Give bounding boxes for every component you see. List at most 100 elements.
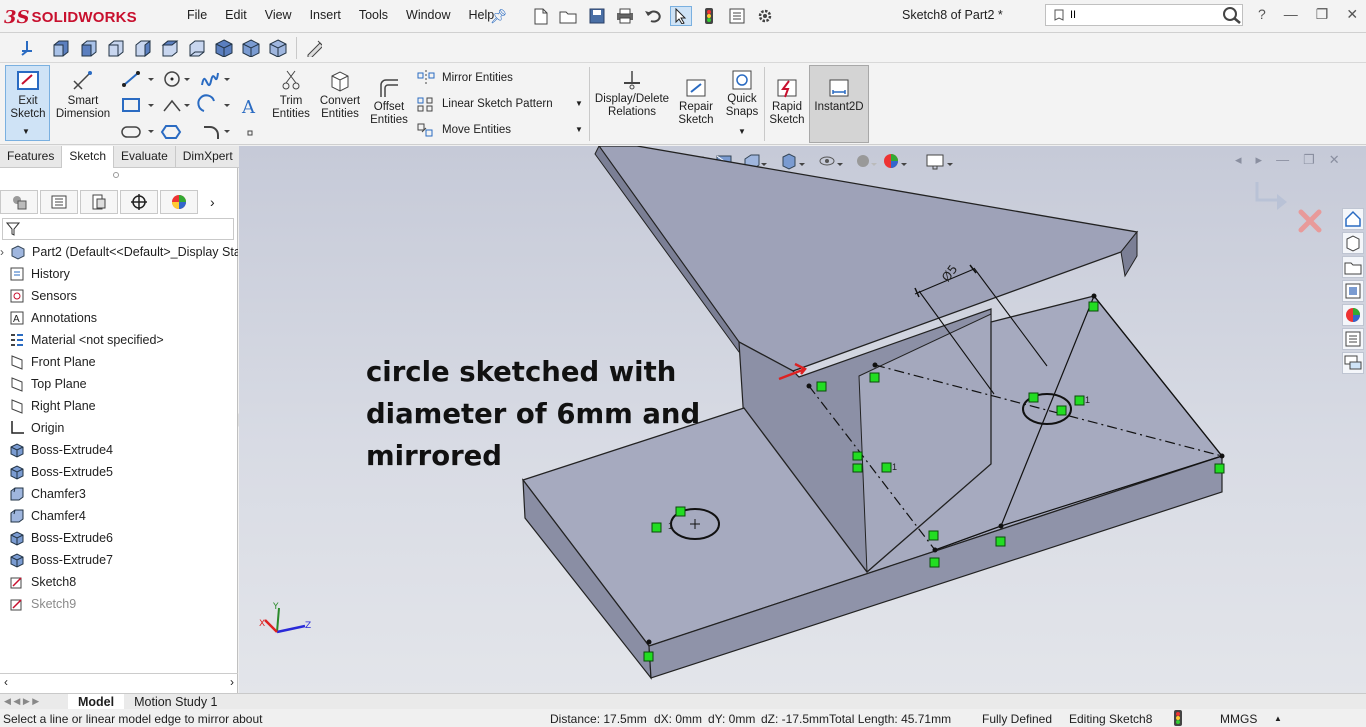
pattern-dropdown-icon[interactable]: ▼ [575, 99, 583, 108]
horizontal-scrollbar[interactable]: ‹ › [0, 673, 238, 691]
panel-grip-icon[interactable] [113, 172, 119, 178]
tree-item-sketch8[interactable]: Sketch8 [0, 571, 238, 593]
offset-entities-button[interactable]: Offset Entities [368, 77, 410, 127]
close-button[interactable]: ✕ [1346, 6, 1358, 23]
exit-sketch-button[interactable]: Exit Sketch [8, 69, 48, 121]
file-properties-icon[interactable] [726, 6, 748, 26]
exit-sketch-dropdown-icon[interactable]: ▼ [22, 127, 30, 136]
print-icon[interactable] [614, 6, 636, 26]
repair-sketch-button[interactable]: Repair Sketch [676, 77, 716, 127]
tree-item-boss-extrude4[interactable]: Boss-Extrude4 [0, 439, 238, 461]
select-pointer-icon[interactable] [670, 6, 692, 26]
bottom-view-icon[interactable] [188, 39, 206, 57]
new-document-icon[interactable] [530, 6, 552, 26]
tree-item-chamfer4[interactable]: Chamfer4 [0, 505, 238, 527]
quick-snaps-dropdown-icon[interactable]: ▼ [738, 127, 746, 136]
dimxpert-manager-tab-icon[interactable] [120, 190, 158, 214]
menu-insert[interactable]: Insert [301, 8, 350, 22]
minimize-button[interactable]: — [1284, 6, 1298, 23]
tab-motion-study[interactable]: Motion Study 1 [124, 694, 227, 710]
open-folder-icon[interactable] [558, 6, 580, 26]
solidworks-logo[interactable]: 3S SOLIDWORKS [4, 4, 154, 30]
forum-icon[interactable] [1342, 352, 1364, 374]
tab-scroll-arrows[interactable]: ◀ ◀ ▶ ▶ [0, 696, 68, 707]
tree-item-sketch9[interactable]: Sketch9 [0, 593, 238, 615]
display-delete-relations-button[interactable]: Display/Delete Relations [594, 69, 670, 119]
home-icon[interactable] [1342, 208, 1364, 230]
tree-item-front-plane[interactable]: Front Plane [0, 351, 238, 373]
tab-features[interactable]: Features [0, 146, 63, 168]
mirror-entities-icon [417, 70, 435, 86]
expand-arrow-icon[interactable]: › [0, 245, 4, 259]
front-view-icon[interactable] [52, 39, 70, 57]
move-dropdown-icon[interactable]: ▼ [575, 125, 583, 134]
units-dropdown-icon[interactable]: ▲ [1274, 714, 1282, 723]
tree-filter[interactable] [2, 218, 234, 240]
tab-model[interactable]: Model [68, 693, 125, 710]
search-input[interactable] [1046, 9, 1222, 21]
tree-item-material-not-specified[interactable]: Material <not specified> [0, 329, 238, 351]
save-icon[interactable] [586, 6, 608, 26]
top-view-icon[interactable] [161, 39, 179, 57]
tab-evaluate[interactable]: Evaluate [114, 146, 176, 168]
help-question-icon[interactable]: ? [1258, 6, 1266, 23]
rapid-sketch-button[interactable]: Rapid Sketch [767, 77, 807, 127]
tree-item-history[interactable]: History [0, 263, 238, 285]
menu-edit[interactable]: Edit [216, 8, 256, 22]
file-explorer-icon[interactable] [1342, 280, 1364, 302]
display-manager-tab-icon[interactable] [160, 190, 198, 214]
tab-sketch[interactable]: Sketch [62, 146, 115, 168]
design-library-icon[interactable] [1342, 256, 1364, 278]
tree-item-top-plane[interactable]: Top Plane [0, 373, 238, 395]
appearances-icon[interactable] [1342, 304, 1364, 326]
options-gear-icon[interactable] [754, 6, 776, 26]
trimetric-view-icon[interactable] [242, 39, 260, 57]
tree-item-boss-extrude5[interactable]: Boss-Extrude5 [0, 461, 238, 483]
menu-view[interactable]: View [256, 8, 301, 22]
property-manager-tab-icon[interactable] [40, 190, 78, 214]
right-view-icon[interactable] [134, 39, 152, 57]
quick-snaps-button[interactable]: Quick Snaps [722, 69, 762, 119]
status-units[interactable]: MMGS [1220, 712, 1257, 726]
tab-dimxpert[interactable]: DimXpert [175, 146, 241, 168]
restore-button[interactable]: ❐ [1316, 6, 1329, 23]
left-view-icon[interactable] [107, 39, 125, 57]
search-box[interactable] [1045, 4, 1243, 26]
tree-item-boss-extrude6[interactable]: Boss-Extrude6 [0, 527, 238, 549]
isometric-view-icon[interactable] [215, 39, 233, 57]
menu-window[interactable]: Window [397, 8, 459, 22]
tree-item-sensors[interactable]: Sensors [0, 285, 238, 307]
tree-item-origin[interactable]: Origin [0, 417, 238, 439]
search-icon[interactable] [1222, 6, 1242, 24]
mirror-entities-button[interactable]: Mirror Entities [416, 70, 513, 86]
resources-icon[interactable] [1342, 232, 1364, 254]
convert-entities-button[interactable]: Convert Entities [318, 69, 362, 121]
tree-item-chamfer3[interactable]: Chamfer3 [0, 483, 238, 505]
feature-tree-tab-icon[interactable] [0, 190, 38, 214]
dimetric-view-icon[interactable] [269, 39, 287, 57]
scroll-right-icon[interactable]: › [230, 675, 234, 689]
move-entities-button[interactable]: Move Entities [416, 122, 511, 138]
tree-item-right-plane[interactable]: Right Plane [0, 395, 238, 417]
tree-item-annotations[interactable]: A Annotations [0, 307, 238, 329]
rebuild-icon[interactable] [698, 6, 720, 26]
pin-icon[interactable]: 📌︎ [490, 8, 508, 25]
menu-file[interactable]: File [178, 8, 216, 22]
menu-tools[interactable]: Tools [350, 8, 397, 22]
linear-sketch-pattern-button[interactable]: Linear Sketch Pattern [416, 96, 553, 112]
tabs-more-chevron-icon[interactable]: › [210, 194, 215, 210]
rebuild-status-icon[interactable] [1172, 710, 1184, 727]
graphics-viewport[interactable]: ◂ ▸ — ❐ ✕ Y Z X Ø5 1 1 1 circle sketched… [239, 146, 1366, 693]
instant2d-button[interactable]: Instant2D [811, 77, 867, 114]
custom-properties-icon[interactable] [1342, 328, 1364, 350]
undo-icon[interactable] [642, 6, 664, 26]
smart-dimension-button[interactable]: Smart Dimension [54, 69, 112, 121]
normal-to-icon[interactable] [18, 39, 36, 57]
tree-item-part2-default-default-display-[interactable]: › Part2 (Default<<Default>_Display Stat [0, 241, 238, 263]
scroll-left-icon[interactable]: ‹ [4, 675, 8, 689]
view-selector-icon[interactable] [304, 39, 322, 57]
configuration-manager-tab-icon[interactable] [80, 190, 118, 214]
trim-entities-button[interactable]: Trim Entities [272, 69, 310, 121]
back-view-icon[interactable] [80, 39, 98, 57]
tree-item-boss-extrude7[interactable]: Boss-Extrude7 [0, 549, 238, 571]
